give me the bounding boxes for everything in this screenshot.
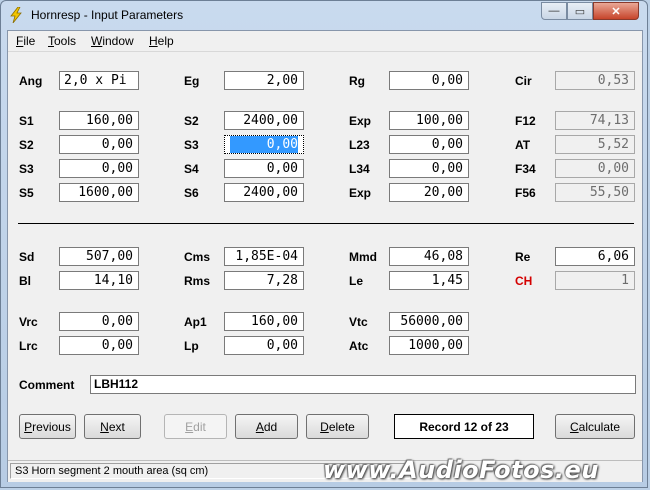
ch-label: CH bbox=[515, 274, 533, 288]
menu-help[interactable]: Help bbox=[149, 34, 174, 48]
lightning-bolt-icon bbox=[10, 7, 22, 23]
edit-button[interactable]: Edit bbox=[164, 414, 227, 439]
comment-field[interactable]: LBH112 bbox=[90, 375, 636, 394]
l34-label: L34 bbox=[349, 162, 370, 176]
add-button[interactable]: Add bbox=[235, 414, 298, 439]
s3-segment-label: S3 bbox=[19, 162, 34, 176]
rg-label: Rg bbox=[349, 74, 365, 88]
s2-segment-label: S2 bbox=[19, 138, 34, 152]
eg-label: Eg bbox=[184, 74, 200, 88]
le-field[interactable]: 1,45 bbox=[389, 271, 469, 290]
ap1-label: Ap1 bbox=[184, 315, 207, 329]
s2-field[interactable]: 2400,00 bbox=[224, 111, 304, 130]
sd-field[interactable]: 507,00 bbox=[59, 247, 139, 266]
vtc-label: Vtc bbox=[349, 315, 368, 329]
minimize-button[interactable]: — bbox=[541, 2, 567, 20]
lrc-label: Lrc bbox=[19, 339, 38, 353]
ap1-field[interactable]: 160,00 bbox=[224, 312, 304, 331]
at-label: AT bbox=[515, 138, 531, 152]
rms-field[interactable]: 7,28 bbox=[224, 271, 304, 290]
cms-field[interactable]: 1,85E-04 bbox=[224, 247, 304, 266]
ch-field: 1 bbox=[555, 271, 635, 290]
ang-field[interactable]: 2,0 x Pi bbox=[59, 71, 139, 90]
delete-button[interactable]: Delete bbox=[306, 414, 369, 439]
menu-window[interactable]: Window bbox=[91, 34, 134, 48]
at-field: 5,52 bbox=[555, 135, 635, 154]
f34-label: F34 bbox=[515, 162, 536, 176]
section-divider bbox=[18, 223, 634, 224]
menu-file[interactable]: File bbox=[16, 34, 35, 48]
f56-label: F56 bbox=[515, 186, 536, 200]
re-field[interactable]: 6,06 bbox=[555, 247, 635, 266]
s4-label: S4 bbox=[184, 162, 199, 176]
f12-field: 74,13 bbox=[555, 111, 635, 130]
f12-label: F12 bbox=[515, 114, 536, 128]
s5-label: S5 bbox=[19, 186, 34, 200]
bl-label: Bl bbox=[19, 274, 31, 288]
re-label: Re bbox=[515, 250, 531, 264]
s6-label: S6 bbox=[184, 186, 199, 200]
l23-field[interactable]: 0,00 bbox=[389, 135, 469, 154]
ang-label: Ang bbox=[19, 74, 43, 88]
app-window: Hornresp - Input Parameters — ▭ ✕ File T… bbox=[0, 0, 648, 488]
s1-field[interactable]: 160,00 bbox=[59, 111, 139, 130]
s2-segment-field[interactable]: 0,00 bbox=[59, 135, 139, 154]
lp-field[interactable]: 0,00 bbox=[224, 336, 304, 355]
exp2-label: Exp bbox=[349, 186, 372, 200]
menu-bar: File Tools Window Help bbox=[8, 31, 642, 52]
watermark: www.AudioFotos.eu bbox=[323, 456, 599, 484]
s3-label: S3 bbox=[184, 138, 199, 152]
maximize-button[interactable]: ▭ bbox=[567, 2, 593, 20]
cms-label: Cms bbox=[184, 250, 211, 264]
eg-field[interactable]: 2,00 bbox=[224, 71, 304, 90]
atc-field[interactable]: 1000,00 bbox=[389, 336, 469, 355]
s2-label: S2 bbox=[184, 114, 199, 128]
lp-label: Lp bbox=[184, 339, 199, 353]
cir-label: Cir bbox=[515, 74, 532, 88]
input-parameters-panel: File Tools Window Help Ang 2,0 x Pi Eg 2… bbox=[7, 30, 643, 482]
comment-label: Comment bbox=[19, 378, 75, 392]
l23-label: L23 bbox=[349, 138, 370, 152]
bl-field[interactable]: 14,10 bbox=[59, 271, 139, 290]
s5-field[interactable]: 1600,00 bbox=[59, 183, 139, 202]
sd-label: Sd bbox=[19, 250, 35, 264]
vrc-label: Vrc bbox=[19, 315, 38, 329]
exp-label: Exp bbox=[349, 114, 372, 128]
rg-field[interactable]: 0,00 bbox=[389, 71, 469, 90]
s3-field[interactable]: 0,00 bbox=[224, 135, 304, 154]
vtc-field[interactable]: 56000,00 bbox=[389, 312, 469, 331]
mmd-field[interactable]: 46,08 bbox=[389, 247, 469, 266]
le-label: Le bbox=[349, 274, 364, 288]
record-indicator: Record 12 of 23 bbox=[394, 414, 534, 439]
s4-field[interactable]: 0,00 bbox=[224, 159, 304, 178]
calculate-button[interactable]: Calculate bbox=[555, 414, 635, 439]
mmd-label: Mmd bbox=[349, 250, 377, 264]
vrc-field[interactable]: 0,00 bbox=[59, 312, 139, 331]
menu-tools[interactable]: Tools bbox=[48, 34, 76, 48]
cir-field: 0,53 bbox=[555, 71, 635, 90]
exp-field[interactable]: 100,00 bbox=[389, 111, 469, 130]
l34-field[interactable]: 0,00 bbox=[389, 159, 469, 178]
s3-segment-field[interactable]: 0,00 bbox=[59, 159, 139, 178]
next-button[interactable]: Next bbox=[84, 414, 141, 439]
atc-label: Atc bbox=[349, 339, 369, 353]
f56-field: 55,50 bbox=[555, 183, 635, 202]
exp2-field[interactable]: 20,00 bbox=[389, 183, 469, 202]
rms-label: Rms bbox=[184, 274, 211, 288]
close-button[interactable]: ✕ bbox=[593, 2, 639, 20]
window-title: Hornresp - Input Parameters bbox=[31, 8, 184, 22]
s1-label: S1 bbox=[19, 114, 34, 128]
s6-field[interactable]: 2400,00 bbox=[224, 183, 304, 202]
title-bar[interactable]: Hornresp - Input Parameters — ▭ ✕ bbox=[1, 1, 647, 29]
previous-button[interactable]: Previous bbox=[19, 414, 76, 439]
f34-field: 0,00 bbox=[555, 159, 635, 178]
lrc-field[interactable]: 0,00 bbox=[59, 336, 139, 355]
